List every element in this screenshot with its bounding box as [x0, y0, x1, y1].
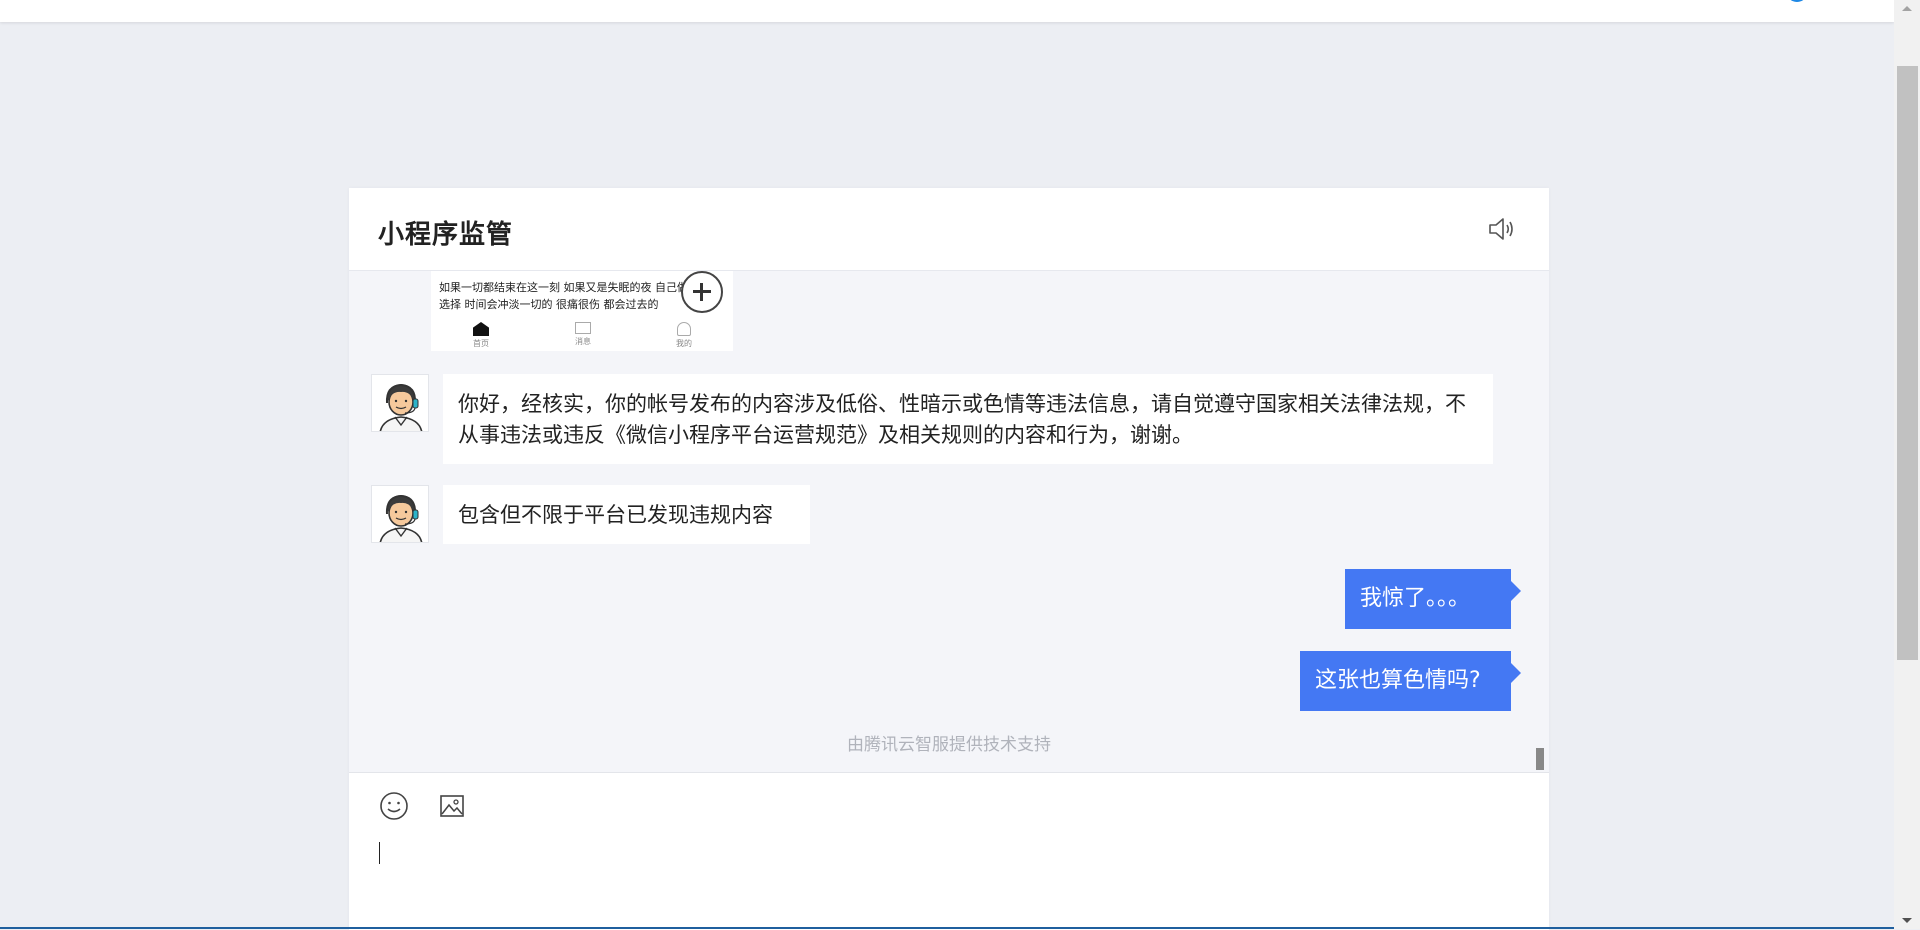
preview-tab-message: 消息	[558, 322, 608, 347]
scroll-down-arrow-icon[interactable]	[1902, 918, 1912, 923]
page-scrollbar[interactable]	[1894, 0, 1920, 929]
mail-icon	[575, 322, 591, 334]
image-icon[interactable]	[439, 793, 465, 819]
message-list[interactable]: 如果一切都结束在这一刻 如果又是失眠的夜 自己做的 选择 时间会冲淡一切的 很痛…	[349, 271, 1549, 771]
message-input[interactable]	[378, 837, 1522, 921]
emoji-icon[interactable]	[379, 791, 409, 821]
composer	[349, 772, 1549, 930]
chat-scroll-thumb[interactable]	[1536, 748, 1544, 770]
preview-text-line: 如果一切都结束在这一刻 如果又是失眠的夜 自己做的	[439, 281, 699, 294]
panel-header: 小程序监管	[349, 188, 1549, 271]
page-scroll-thumb[interactable]	[1897, 66, 1918, 660]
message-bubble-agent: 包含但不限于平台已发现违规内容	[443, 485, 810, 544]
user-icon	[677, 322, 691, 336]
user-avatar[interactable]	[1786, 0, 1808, 2]
customer-service-icon	[379, 494, 423, 542]
home-icon	[473, 322, 489, 336]
tech-support-notice: 由腾讯云智服提供技术支持	[847, 735, 1051, 755]
message-bubble-agent: 你好，经核实，你的帐号发布的内容涉及低俗、性暗示或色情等违法信息，请自觉遵守国家…	[443, 374, 1493, 464]
preview-tab-label: 我的	[676, 339, 692, 348]
top-bar	[0, 0, 1894, 22]
agent-avatar	[371, 485, 429, 543]
message-bubble-user: 这张也算色情吗?	[1300, 651, 1521, 711]
preview-tab-label: 消息	[575, 337, 591, 346]
scroll-up-arrow-icon[interactable]	[1902, 6, 1912, 11]
preview-tab-home: 首页	[456, 322, 506, 349]
preview-tab-label: 首页	[473, 339, 489, 348]
customer-service-icon	[379, 383, 423, 431]
plus-circle-icon	[681, 271, 723, 313]
panel-title: 小程序监管	[378, 220, 514, 250]
message-bubble-user: 我惊了。。。	[1345, 569, 1521, 629]
preview-text-line: 选择 时间会冲淡一切的 很痛很伤 都会过去的	[439, 298, 659, 311]
text-caret	[379, 842, 380, 864]
speaker-icon[interactable]	[1487, 216, 1517, 242]
chat-panel: 小程序监管 如果一切都结束在这一刻 如果又是失眠的夜 自己做的 选择 时间会冲淡…	[349, 188, 1549, 930]
preview-tab-me: 我的	[659, 322, 709, 349]
agent-avatar	[371, 374, 429, 432]
message-image-preview[interactable]: 如果一切都结束在这一刻 如果又是失眠的夜 自己做的 选择 时间会冲淡一切的 很痛…	[431, 271, 733, 351]
